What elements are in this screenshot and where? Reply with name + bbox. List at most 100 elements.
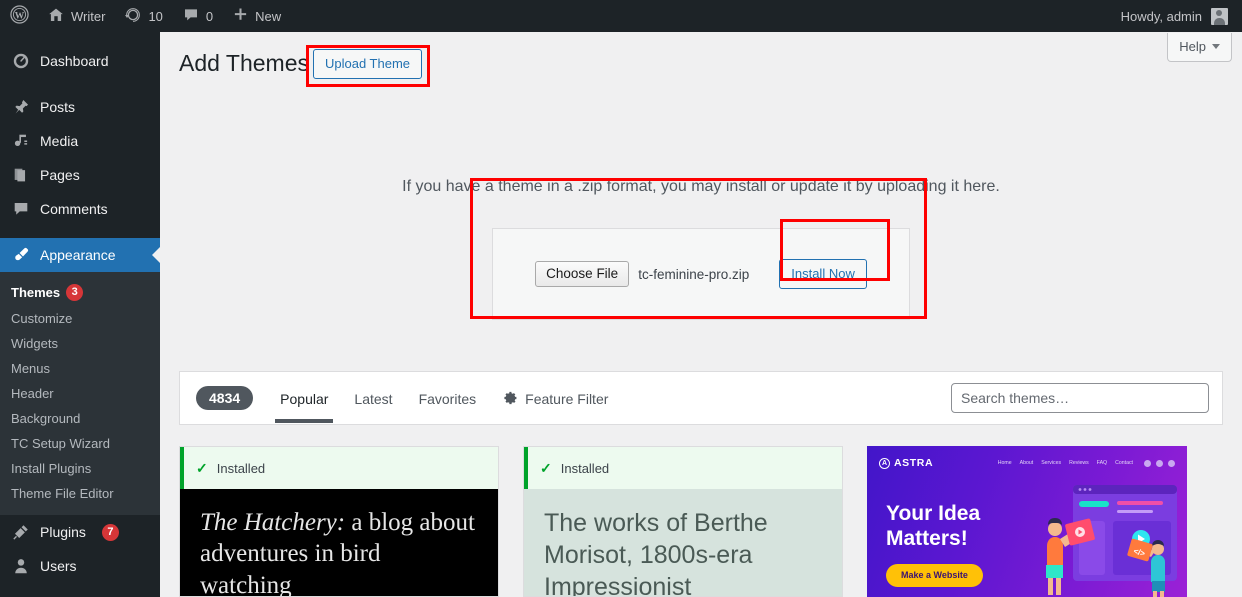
sidebar-item-media[interactable]: Media (0, 124, 160, 158)
page-header: Add Themes Upload Theme (179, 49, 422, 79)
upload-theme-button[interactable]: Upload Theme (313, 49, 422, 79)
help-label: Help (1179, 39, 1206, 54)
updates-button[interactable]: 10 (115, 0, 172, 32)
astra-headline: Your Idea Matters! (886, 502, 980, 552)
theme-status-label: Installed (217, 461, 265, 476)
astra-nav-link: Contact (1115, 460, 1133, 466)
theme-screenshot: The Hatchery: a blog about adventures in… (180, 489, 498, 597)
gear-icon (502, 390, 518, 408)
filter-tab-favorites[interactable]: Favorites (406, 374, 490, 423)
submenu-item-install-plugins[interactable]: Install Plugins (0, 456, 160, 481)
wordpress-logo-button[interactable]: W (0, 0, 38, 32)
wordpress-logo-icon: W (10, 5, 29, 27)
sidebar-item-plugins[interactable]: Plugins 7 (0, 515, 160, 549)
astra-promo-banner: A ASTRA Home About Services Reviews FAQ … (867, 446, 1187, 597)
submenu-item-themes[interactable]: Themes 3 (0, 279, 160, 306)
theme-screenshot-lead: The Hatchery: (200, 509, 345, 536)
theme-status-label: Installed (561, 461, 609, 476)
my-account-button[interactable]: Howdy, admin (1111, 0, 1242, 32)
filter-tab-popular[interactable]: Popular (267, 374, 341, 423)
submenu-item-label: Install Plugins (11, 461, 91, 476)
submenu-item-label: Themes (11, 285, 60, 300)
sidebar-item-comments[interactable]: Comments (0, 192, 160, 226)
submenu-item-header[interactable]: Header (0, 381, 160, 406)
home-icon (48, 7, 64, 26)
theme-filter-links: 4834 Popular Latest Favorites Feature Fi… (180, 371, 621, 425)
search-themes-input[interactable] (951, 383, 1209, 413)
submenu-item-label: Menus (11, 361, 50, 376)
sidebar-item-dashboard[interactable]: Dashboard (0, 44, 160, 78)
sidebar-item-users[interactable]: Users (0, 549, 160, 583)
theme-screenshot-text: The works of Berthe Morisot, 1800s-era I… (544, 507, 822, 597)
sidebar-item-label: Plugins (40, 525, 86, 539)
page-title: Add Themes (179, 49, 313, 79)
sidebar-item-label: Dashboard (40, 54, 109, 68)
theme-card[interactable]: ✓ Installed The Hatchery: a blog about a… (179, 446, 499, 597)
astra-headline-line2: Matters! (886, 527, 980, 552)
selected-file-name: tc-feminine-pro.zip (638, 267, 749, 282)
theme-browser-toolbar: 4834 Popular Latest Favorites Feature Fi… (179, 371, 1223, 425)
plug-icon (11, 522, 31, 542)
site-name-button[interactable]: Writer (38, 0, 115, 32)
theme-card-list: ✓ Installed The Hatchery: a blog about a… (179, 446, 1229, 597)
submenu-item-background[interactable]: Background (0, 406, 160, 431)
appearance-submenu: Themes 3 Customize Widgets Menus Header … (0, 272, 160, 515)
sidebar-item-label: Media (40, 134, 78, 148)
submenu-item-label: Background (11, 411, 80, 426)
submenu-item-theme-file-editor[interactable]: Theme File Editor (0, 481, 160, 506)
submenu-item-label: Customize (11, 311, 72, 326)
submenu-item-label: Widgets (11, 336, 58, 351)
astra-nav: A ASTRA Home About Services Reviews FAQ … (867, 457, 1187, 469)
submenu-item-widgets[interactable]: Widgets (0, 331, 160, 356)
astra-brand-label: ASTRA (894, 457, 933, 469)
sidebar-item-posts[interactable]: Posts (0, 90, 160, 124)
upload-hint-text: If you have a theme in a .zip format, yo… (160, 178, 1242, 196)
comment-bubble-icon (183, 7, 199, 26)
chevron-down-icon (1212, 44, 1220, 49)
comment-bubble-icon (11, 199, 31, 219)
filter-tab-latest[interactable]: Latest (341, 374, 405, 423)
comments-button[interactable]: 0 (173, 0, 223, 32)
submenu-item-label: Header (11, 386, 54, 401)
feature-filter-button[interactable]: Feature Filter (489, 372, 621, 425)
sidebar-item-label: Posts (40, 100, 75, 114)
sidebar-item-pages[interactable]: Pages (0, 158, 160, 192)
user-avatar-icon (1211, 8, 1228, 25)
astra-illustration: </> (1027, 477, 1187, 597)
astra-nav-link: Reviews (1069, 460, 1089, 466)
main-content: Help Add Themes Upload Theme If you have… (160, 32, 1242, 597)
astra-promo-card[interactable]: A ASTRA Home About Services Reviews FAQ … (867, 446, 1187, 597)
new-content-label: New (255, 9, 281, 24)
submenu-item-tc-setup-wizard[interactable]: TC Setup Wizard (0, 431, 160, 456)
pin-icon (11, 97, 31, 117)
theme-installed-banner: ✓ Installed (524, 447, 842, 489)
plus-icon (233, 7, 248, 25)
sidebar-item-appearance[interactable]: Appearance (0, 238, 160, 272)
choose-file-button[interactable]: Choose File (535, 261, 629, 287)
instagram-icon (1168, 460, 1175, 467)
facebook-icon (1144, 460, 1151, 467)
svg-text:W: W (15, 11, 25, 21)
astra-social-icons (1144, 460, 1175, 467)
astra-headline-line1: Your Idea (886, 502, 980, 527)
theme-card[interactable]: ✓ Installed The works of Berthe Morisot,… (523, 446, 843, 597)
submenu-item-label: Theme File Editor (11, 486, 114, 501)
new-content-button[interactable]: New (223, 0, 291, 32)
updates-icon (125, 7, 141, 26)
install-now-button[interactable]: Install Now (779, 259, 867, 289)
theme-screenshot-text: The Hatchery: a blog about adventures in… (200, 507, 478, 597)
sidebar-item-label: Users (40, 559, 77, 573)
check-icon: ✓ (196, 460, 208, 477)
theme-installed-banner: ✓ Installed (180, 447, 498, 489)
sidebar-item-label: Comments (40, 202, 108, 216)
theme-upload-form: Choose File tc-feminine-pro.zip Install … (492, 228, 910, 320)
twitter-icon (1156, 460, 1163, 467)
help-toggle-button[interactable]: Help (1167, 33, 1232, 62)
paintbrush-icon (11, 245, 31, 265)
submenu-item-customize[interactable]: Customize (0, 306, 160, 331)
astra-cta-button[interactable]: Make a Website (886, 564, 983, 587)
plugins-update-badge: 7 (102, 524, 119, 541)
submenu-item-label: TC Setup Wizard (11, 436, 110, 451)
submenu-item-menus[interactable]: Menus (0, 356, 160, 381)
media-icon (11, 131, 31, 151)
